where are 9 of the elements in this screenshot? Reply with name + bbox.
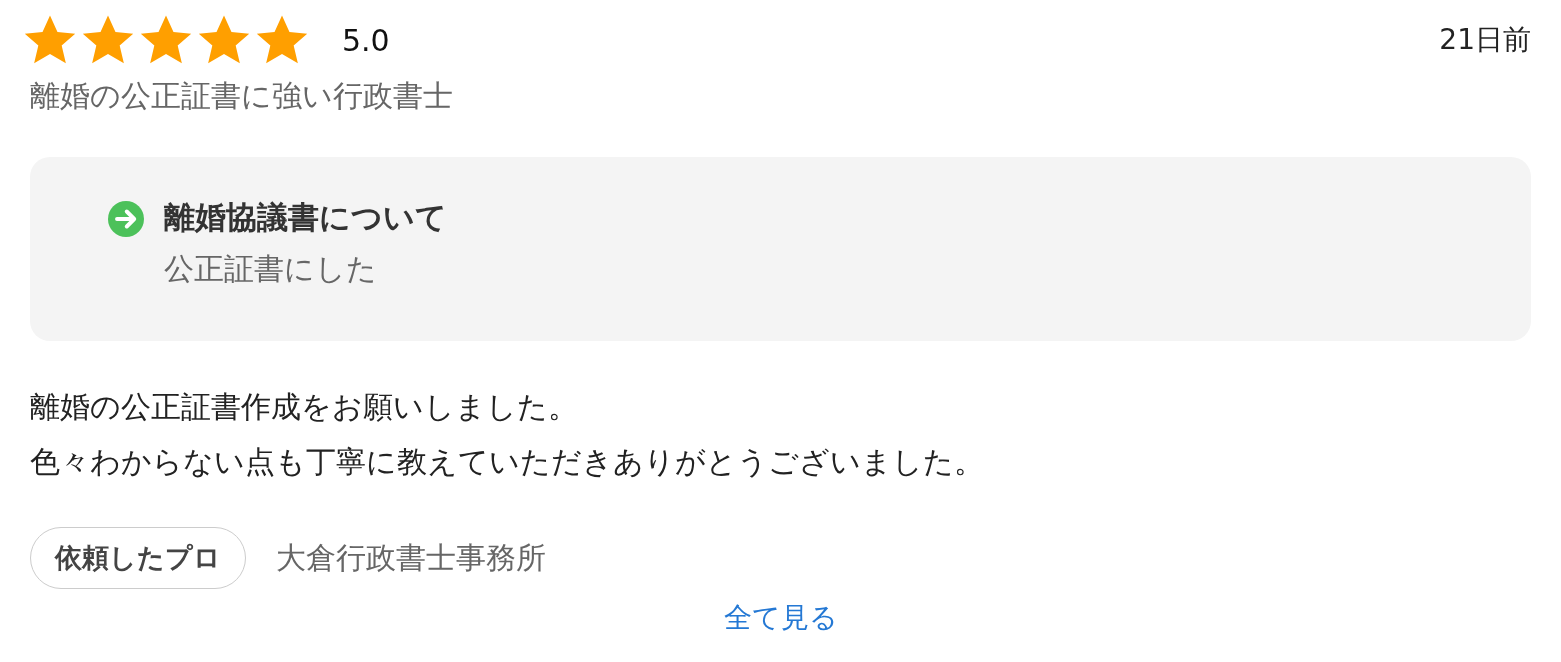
review-time: 21日前 [1439,22,1531,58]
review-text: 色々わからない点も丁寧に教えていただきありがとうございました。 [30,443,985,481]
request-title: 離婚協議書について [164,198,447,237]
see-all-link[interactable]: 全て見る [723,599,838,637]
pro-name: 大倉行政書士事務所 [276,538,546,577]
rating-value: 5.0 [342,22,390,58]
service-name: 離婚の公正証書に強い行政書士 [30,77,454,115]
review-text: 離婚の公正証書作成をお願いしました。 [30,388,579,426]
request-detail: 公正証書にした [164,250,378,288]
